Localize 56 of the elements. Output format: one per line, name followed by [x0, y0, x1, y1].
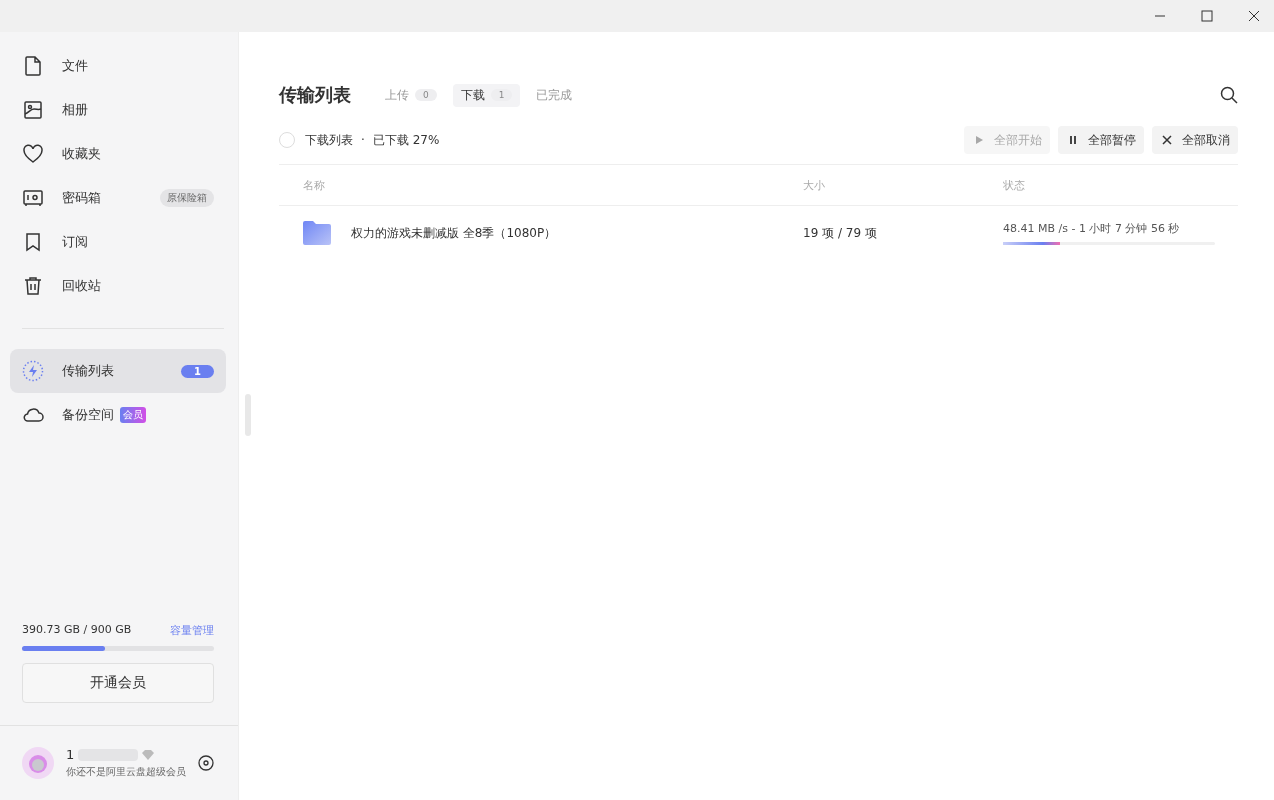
- sidebar-item-label: 收藏夹: [62, 145, 102, 163]
- lightning-icon: [22, 360, 44, 382]
- sidebar-item-label: 回收站: [62, 277, 102, 295]
- tab[interactable]: 下载 1: [452, 83, 521, 107]
- diamond-icon: [142, 749, 155, 760]
- trash-icon: [22, 275, 44, 297]
- count-badge: 1: [490, 89, 513, 101]
- item-count: 19 项 / 79 项: [803, 224, 878, 242]
- close-icon[interactable]: [1248, 10, 1260, 22]
- search-icon[interactable]: [1220, 86, 1238, 104]
- sidebar-item-label: 文件: [62, 57, 89, 75]
- membership-status: 你还不是阿里云盘超级会员: [66, 765, 186, 779]
- folder-icon: [303, 221, 331, 245]
- tab-label: 已完成: [536, 86, 573, 104]
- play-icon: [974, 135, 984, 145]
- badge: 1: [181, 364, 214, 378]
- close-icon: [1162, 135, 1172, 145]
- page-title: 传输列表: [279, 83, 351, 107]
- sidebar-item-label: 传输列表: [62, 362, 115, 380]
- sidebar-item[interactable]: 回收站: [10, 264, 226, 308]
- cancel-all-button[interactable]: 全部取消: [1152, 126, 1238, 154]
- upgrade-button[interactable]: 开通会员: [22, 663, 214, 703]
- file-name: 权力的游戏未删减版 全8季（1080P）: [351, 224, 557, 242]
- sidebar-item[interactable]: 收藏夹: [10, 132, 226, 176]
- sidebar-item[interactable]: 相册: [10, 88, 226, 132]
- column-header: 名称: [303, 177, 326, 193]
- count-badge: 0: [415, 89, 437, 101]
- username: 1: [66, 747, 75, 762]
- sidebar-item[interactable]: 备份空间 会员: [10, 393, 226, 437]
- heart-icon: [22, 143, 44, 165]
- download-summary: 已下载 27%: [372, 131, 440, 149]
- list-label: 下载列表: [305, 131, 353, 149]
- safe-icon: [22, 187, 44, 209]
- pause-all-button[interactable]: 全部暂停: [1058, 126, 1144, 154]
- sidebar-item-label: 相册: [62, 101, 89, 119]
- sidebar-item[interactable]: 密码箱 原保险箱: [10, 176, 226, 220]
- sidebar-item[interactable]: 传输列表 1: [10, 349, 226, 393]
- download-status: 48.41 MB /s - 1 小时 7 分钟 56 秒: [1003, 222, 1180, 235]
- tab-label: 上传: [385, 86, 409, 104]
- file-icon: [22, 55, 44, 77]
- tab-label: 下载: [460, 86, 485, 104]
- column-header: 大小: [803, 177, 826, 193]
- sidebar-item[interactable]: 订阅: [10, 220, 226, 264]
- badge: 会员: [120, 407, 146, 423]
- photo-icon: [22, 99, 44, 121]
- sidebar-item-label: 密码箱: [62, 189, 102, 207]
- sidebar-item-label: 备份空间: [62, 406, 114, 424]
- column-header: 状态: [1003, 177, 1026, 193]
- sidebar-item[interactable]: 文件: [10, 44, 226, 88]
- separator-dot: ·: [361, 133, 365, 147]
- sidebar-item-label: 订阅: [62, 233, 89, 251]
- storage-usage: 390.73 GB / 900 GB: [22, 623, 132, 638]
- pause-icon: [1068, 135, 1078, 145]
- badge: 原保险箱: [160, 189, 214, 207]
- maximize-icon[interactable]: [1201, 10, 1213, 22]
- settings-icon[interactable]: [198, 755, 214, 771]
